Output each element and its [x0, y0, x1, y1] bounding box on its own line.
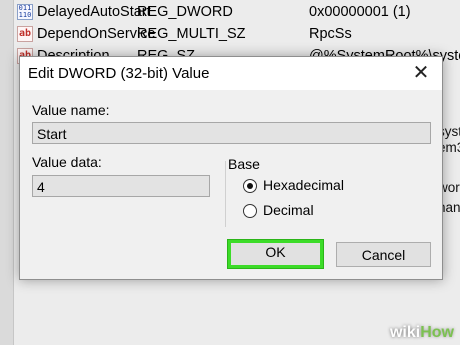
value-data-field[interactable]: 4: [32, 175, 210, 197]
watermark-wiki: wiki: [389, 324, 421, 341]
value-data: RpcSs: [309, 26, 352, 42]
decimal-label[interactable]: Decimal: [263, 202, 314, 218]
value-type: REG_MULTI_SZ: [137, 26, 246, 42]
list-gutter: [0, 0, 14, 345]
binary-value-icon: 011 110: [17, 4, 33, 20]
base-radio-group: Hexadecimal Decimal: [225, 161, 446, 227]
value-data-label: Value data:: [32, 154, 102, 170]
hexadecimal-radio[interactable]: [243, 179, 257, 193]
edit-dword-dialog: Edit DWORD (32-bit) Value ✕ Value name: …: [19, 56, 443, 280]
hexadecimal-label[interactable]: Hexadecimal: [263, 177, 344, 193]
string-value-icon: ab: [17, 26, 33, 42]
list-item[interactable]: ab DependOnService REG_MULTI_SZ RpcSs: [13, 23, 460, 45]
value-name-label: Value name:: [32, 102, 110, 118]
value-name: DelayedAutoStart: [37, 4, 151, 20]
value-type: REG_DWORD: [137, 4, 233, 20]
watermark-how: How: [420, 324, 454, 341]
ok-button[interactable]: OK: [228, 240, 323, 268]
wikihow-watermark: wikiHow: [390, 324, 454, 342]
close-icon[interactable]: ✕: [409, 61, 433, 85]
list-item[interactable]: 011 110 DelayedAutoStart REG_DWORD 0x0000…: [13, 1, 460, 23]
dialog-title: Edit DWORD (32-bit) Value: [28, 65, 210, 82]
cancel-button[interactable]: Cancel: [336, 242, 431, 267]
value-data: 0x00000001 (1): [309, 4, 411, 20]
dialog-titlebar[interactable]: Edit DWORD (32-bit) Value ✕: [20, 57, 442, 90]
decimal-radio[interactable]: [243, 204, 257, 218]
value-name-field[interactable]: Start: [32, 122, 431, 144]
